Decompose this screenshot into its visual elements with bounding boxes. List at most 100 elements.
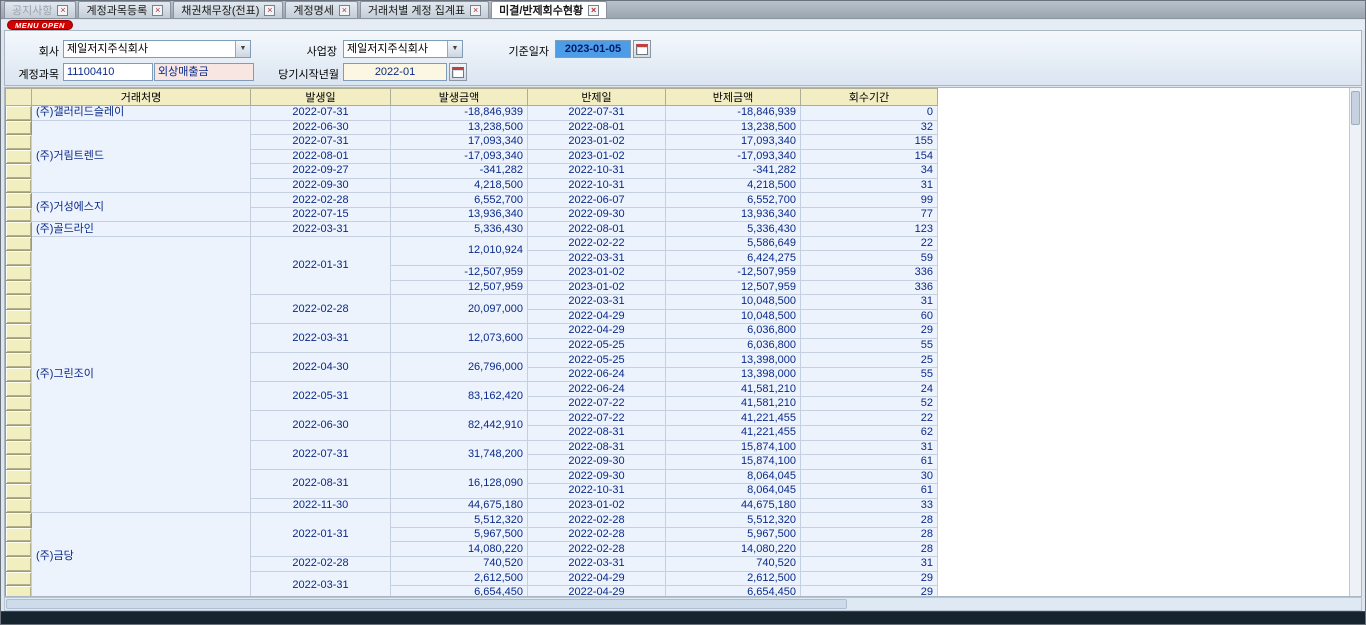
settlement-amount-cell[interactable]: 8,064,045 (666, 484, 801, 499)
column-header-collection-period[interactable]: 회수기간 (801, 89, 938, 106)
column-header-occurrence-date[interactable]: 발생일 (251, 89, 391, 106)
settlement-amount-cell[interactable]: -18,846,939 (666, 106, 801, 121)
settlement-amount-cell[interactable]: 5,336,430 (666, 222, 801, 237)
occurrence-date-cell[interactable]: 2022-07-31 (251, 135, 391, 150)
tab-4[interactable]: 계정명세× (285, 1, 357, 18)
row-selector-button[interactable] (6, 236, 32, 251)
occurrence-amount-cell[interactable]: 740,520 (391, 556, 528, 571)
settlement-date-cell[interactable]: 2023-01-02 (528, 266, 666, 281)
settlement-amount-cell[interactable]: 41,581,210 (666, 382, 801, 397)
row-selector-button[interactable] (6, 367, 32, 382)
collection-period-cell[interactable]: 28 (801, 527, 938, 542)
row-selector-button[interactable] (6, 149, 32, 164)
tab-2[interactable]: 계정과목등록× (78, 1, 171, 18)
settlement-date-cell[interactable]: 2022-07-31 (528, 106, 666, 121)
settlement-amount-cell[interactable]: 13,936,340 (666, 207, 801, 222)
settlement-amount-cell[interactable]: 13,398,000 (666, 353, 801, 368)
settlement-date-cell[interactable]: 2022-06-07 (528, 193, 666, 208)
occurrence-amount-cell[interactable]: -12,507,959 (391, 266, 528, 281)
row-selector-button[interactable] (6, 426, 32, 441)
tab-close-icon[interactable]: × (339, 5, 350, 16)
occurrence-amount-cell[interactable]: -18,846,939 (391, 106, 528, 121)
row-selector-button[interactable] (6, 556, 32, 571)
collection-period-cell[interactable]: 22 (801, 411, 938, 426)
settlement-amount-cell[interactable]: 2,612,500 (666, 571, 801, 586)
occurrence-date-cell[interactable]: 2022-06-30 (251, 411, 391, 440)
tab-5[interactable]: 거래처별 계정 집계표× (360, 1, 489, 18)
tab-close-icon[interactable]: × (470, 5, 481, 16)
collection-period-cell[interactable]: 33 (801, 498, 938, 513)
row-selector-button[interactable] (6, 251, 32, 266)
row-selector-button[interactable] (6, 193, 32, 208)
occurrence-amount-cell[interactable]: 12,507,959 (391, 280, 528, 295)
settlement-amount-cell[interactable]: 10,048,500 (666, 309, 801, 324)
collection-period-cell[interactable]: 99 (801, 193, 938, 208)
tab-close-icon[interactable]: × (152, 5, 163, 16)
occurrence-amount-cell[interactable]: 83,162,420 (391, 382, 528, 411)
collection-period-cell[interactable]: 59 (801, 251, 938, 266)
occurrence-amount-cell[interactable]: 2,612,500 (391, 571, 528, 586)
occurrence-date-cell[interactable]: 2022-03-31 (251, 324, 391, 353)
occurrence-amount-cell[interactable]: 44,675,180 (391, 498, 528, 513)
occurrence-amount-cell[interactable]: 17,093,340 (391, 135, 528, 150)
settlement-amount-cell[interactable]: 5,586,649 (666, 236, 801, 251)
collection-period-cell[interactable]: 31 (801, 440, 938, 455)
occurrence-amount-cell[interactable]: 12,073,600 (391, 324, 528, 353)
settlement-date-cell[interactable]: 2022-04-29 (528, 586, 666, 597)
settlement-amount-cell[interactable]: 44,675,180 (666, 498, 801, 513)
occurrence-date-cell[interactable]: 2022-05-31 (251, 382, 391, 411)
occurrence-date-cell[interactable]: 2022-09-30 (251, 178, 391, 193)
settlement-amount-cell[interactable]: 15,874,100 (666, 440, 801, 455)
collection-period-cell[interactable]: 29 (801, 586, 938, 597)
settlement-date-cell[interactable]: 2022-03-31 (528, 295, 666, 310)
row-selector-button[interactable] (6, 469, 32, 484)
customer-name-cell[interactable]: (주)갤러리드슬레이 (32, 106, 251, 121)
occurrence-amount-cell[interactable]: 14,080,220 (391, 542, 528, 557)
collection-period-cell[interactable]: 55 (801, 367, 938, 382)
settlement-date-cell[interactable]: 2022-06-24 (528, 382, 666, 397)
row-selector-button[interactable] (6, 498, 32, 513)
account-code-input[interactable]: 11100410 (63, 63, 153, 81)
collection-period-cell[interactable]: 31 (801, 556, 938, 571)
settlement-date-cell[interactable]: 2022-08-31 (528, 426, 666, 441)
settlement-date-cell[interactable]: 2022-07-22 (528, 396, 666, 411)
settlement-date-cell[interactable]: 2022-04-29 (528, 309, 666, 324)
occurrence-amount-cell[interactable]: 20,097,000 (391, 295, 528, 324)
settlement-amount-cell[interactable]: 8,064,045 (666, 469, 801, 484)
settlement-date-cell[interactable]: 2022-08-31 (528, 440, 666, 455)
settlement-amount-cell[interactable]: 17,093,340 (666, 135, 801, 150)
settlement-amount-cell[interactable]: 6,036,800 (666, 338, 801, 353)
occurrence-date-cell[interactable]: 2022-07-15 (251, 207, 391, 222)
occurrence-amount-cell[interactable]: -341,282 (391, 164, 528, 179)
period-start-calendar-button[interactable] (449, 63, 467, 81)
settlement-amount-cell[interactable]: 13,238,500 (666, 120, 801, 135)
settlement-amount-cell[interactable]: 6,654,450 (666, 586, 801, 597)
occurrence-amount-cell[interactable]: -17,093,340 (391, 149, 528, 164)
collection-period-cell[interactable]: 30 (801, 469, 938, 484)
row-selector-button[interactable] (6, 309, 32, 324)
collection-period-cell[interactable]: 52 (801, 396, 938, 411)
collection-period-cell[interactable]: 22 (801, 236, 938, 251)
horizontal-scrollbar[interactable] (4, 597, 1362, 611)
occurrence-date-cell[interactable]: 2022-06-30 (251, 120, 391, 135)
row-selector-button[interactable] (6, 338, 32, 353)
tab-6[interactable]: 미결/반제회수현황× (491, 1, 607, 18)
menu-open-button[interactable]: MENU OPEN (7, 20, 73, 30)
collection-period-cell[interactable]: 60 (801, 309, 938, 324)
settlement-date-cell[interactable]: 2022-08-01 (528, 120, 666, 135)
settlement-date-cell[interactable]: 2022-09-30 (528, 207, 666, 222)
collection-period-cell[interactable]: 24 (801, 382, 938, 397)
collection-period-cell[interactable]: 0 (801, 106, 938, 121)
base-date-input[interactable]: 2023-01-05 (555, 40, 631, 58)
occurrence-amount-cell[interactable]: 82,442,910 (391, 411, 528, 440)
settlement-date-cell[interactable]: 2022-02-28 (528, 513, 666, 528)
settlement-date-cell[interactable]: 2023-01-02 (528, 135, 666, 150)
base-date-calendar-button[interactable] (633, 40, 651, 58)
collection-period-cell[interactable]: 29 (801, 571, 938, 586)
settlement-date-cell[interactable]: 2022-05-25 (528, 353, 666, 368)
settlement-amount-cell[interactable]: -17,093,340 (666, 149, 801, 164)
chevron-down-icon[interactable]: ▼ (447, 41, 462, 57)
collection-period-cell[interactable]: 29 (801, 324, 938, 339)
customer-name-cell[interactable]: (주)골드라인 (32, 222, 251, 237)
occurrence-amount-cell[interactable]: 16,128,090 (391, 469, 528, 498)
